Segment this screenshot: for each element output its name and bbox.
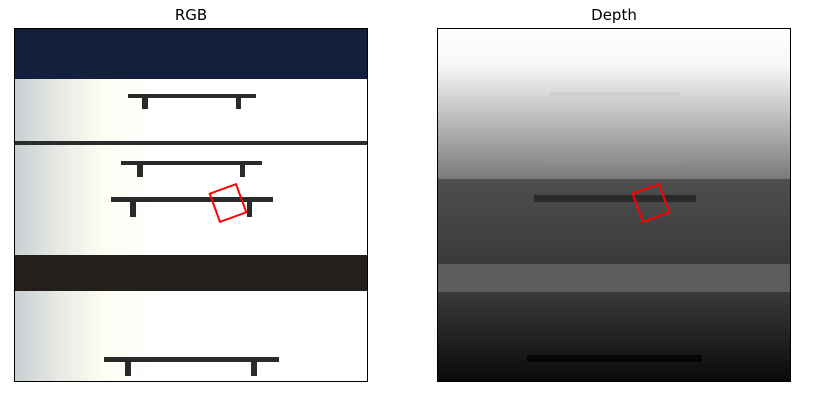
rgb-handle-2 bbox=[121, 161, 262, 165]
rgb-top-shelf-edge bbox=[15, 79, 367, 104]
rgb-handle-4-left-post bbox=[125, 362, 131, 376]
rgb-handle-3-left-post bbox=[130, 202, 136, 217]
rgb-dark-top bbox=[15, 29, 367, 79]
rgb-handle-1-right-post bbox=[236, 98, 241, 109]
depth-image-panel bbox=[437, 28, 791, 382]
rgb-handle-2-right-post bbox=[240, 165, 245, 177]
rgb-image-panel bbox=[14, 28, 368, 382]
depth-band bbox=[438, 264, 790, 292]
rgb-panel-title: RGB bbox=[174, 6, 208, 24]
depth-handle-4 bbox=[527, 355, 702, 362]
rgb-image bbox=[15, 29, 367, 381]
rgb-dark-band bbox=[15, 255, 367, 291]
depth-handle-3 bbox=[534, 195, 696, 202]
rgb-shelf-divider bbox=[15, 141, 367, 145]
rgb-handle-1-left-post bbox=[142, 98, 148, 109]
depth-far-region bbox=[438, 29, 790, 179]
rgb-handle-1 bbox=[128, 94, 256, 98]
depth-panel-title: Depth bbox=[591, 6, 637, 24]
rgb-handle-3-right-post bbox=[247, 202, 252, 217]
rgb-handle-3 bbox=[111, 197, 273, 202]
rgb-handle-4 bbox=[104, 357, 279, 362]
depth-handle-2 bbox=[543, 159, 685, 164]
depth-handle-1 bbox=[550, 92, 680, 96]
depth-image bbox=[438, 29, 790, 381]
depth-middle-region bbox=[438, 179, 790, 264]
rgb-handle-2-left-post bbox=[137, 165, 143, 177]
rgb-handle-4-right-post bbox=[251, 362, 257, 376]
depth-near-region bbox=[438, 292, 790, 381]
